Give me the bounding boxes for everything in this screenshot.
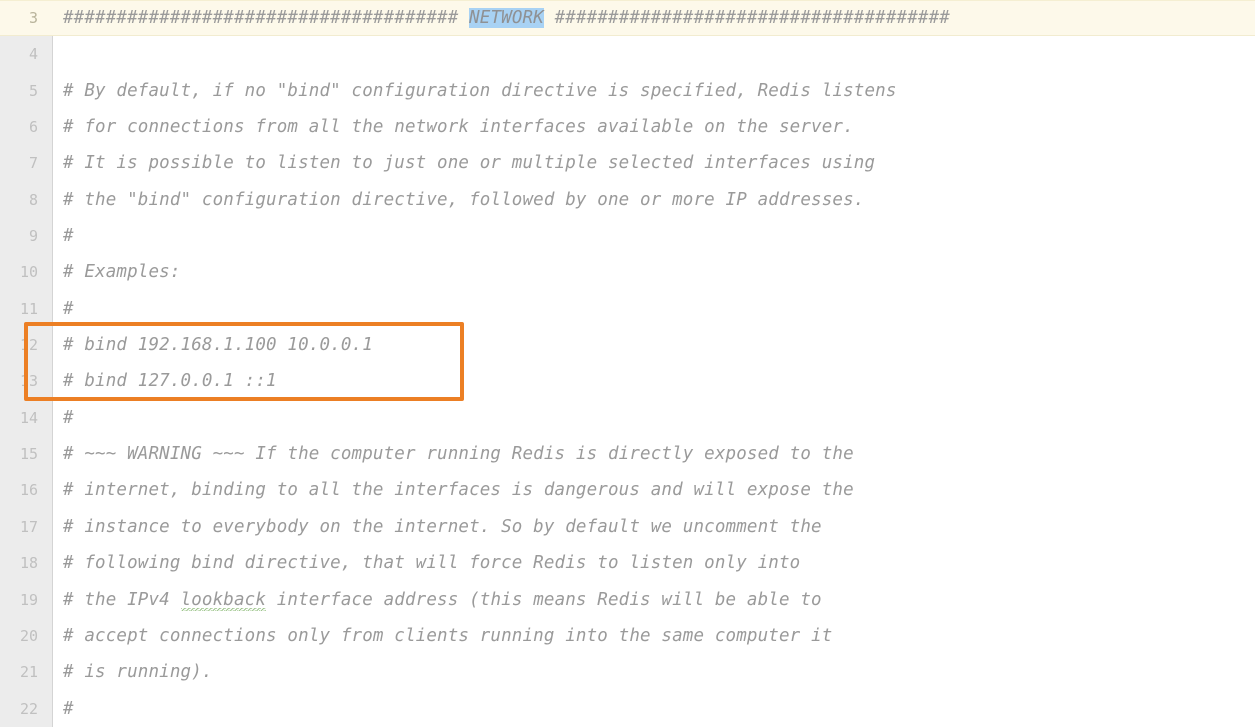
line-number: 6	[28, 118, 38, 137]
code-line-background	[0, 218, 1255, 254]
code-line-text[interactable]: # accept connections only from clients r…	[63, 618, 832, 654]
code-text-run: # By default, if no "bind" configuration…	[63, 80, 897, 101]
code-line-text[interactable]: #	[63, 691, 74, 727]
code-line-text[interactable]: # for connections from all the network i…	[63, 109, 854, 145]
code-line-background	[0, 400, 1255, 436]
line-number: 5	[28, 81, 38, 100]
code-line-text[interactable]: # instance to everybody on the internet.…	[63, 509, 822, 545]
line-number: 13	[19, 372, 38, 391]
line-number: 17	[19, 517, 38, 536]
misspelled-word[interactable]: lookback	[180, 589, 267, 612]
code-line-text[interactable]: # By default, if no "bind" configuration…	[63, 73, 897, 109]
code-text-run: # bind 192.168.1.100 10.0.0.1	[63, 335, 373, 356]
code-text-run: #	[63, 407, 74, 428]
code-line-text[interactable]: #	[63, 400, 74, 436]
line-number: 14	[19, 408, 38, 427]
line-number: 19	[19, 590, 38, 609]
code-line[interactable]: 19 # the IPv4 lookback interface address …	[0, 582, 1255, 618]
code-line-background	[0, 254, 1255, 290]
line-number: 12	[19, 336, 38, 355]
code-line[interactable]: 20 # accept connections only from clients…	[0, 618, 1255, 654]
line-number: 16	[19, 481, 38, 500]
code-line[interactable]: 15 # ~~~ WARNING ~~~ If the computer runn…	[0, 436, 1255, 472]
code-line-text[interactable]: # ~~~ WARNING ~~~ If the computer runnin…	[63, 436, 854, 472]
code-line-text[interactable]: # Examples:	[63, 254, 181, 290]
code-text-run: #	[63, 226, 74, 247]
code-text-run: #	[63, 298, 74, 319]
line-number: 15	[19, 445, 38, 464]
code-line[interactable]: 12 # bind 192.168.1.100 10.0.0.1	[0, 327, 1255, 363]
line-number: 22	[19, 699, 38, 718]
code-line[interactable]: 17 # instance to everybody on the interne…	[0, 509, 1255, 545]
code-line-text[interactable]: # internet, binding to all the interface…	[63, 472, 854, 508]
code-line[interactable]: 21 # is running).	[0, 654, 1255, 690]
line-number: 18	[19, 554, 38, 573]
code-text-run: #####################################	[543, 8, 950, 28]
line-number: 3	[28, 9, 38, 27]
code-line-text[interactable]: #	[63, 291, 74, 327]
code-line-text[interactable]: # the IPv4 lookback interface address (t…	[63, 582, 822, 618]
code-line[interactable]: 22 #	[0, 691, 1255, 727]
code-text-run: # It is possible to listen to just one o…	[63, 153, 876, 174]
code-line[interactable]: 16 # internet, binding to all the interfa…	[0, 472, 1255, 508]
code-content-area[interactable]: 3 ##################################### N…	[0, 0, 1255, 727]
code-line[interactable]: 3 ##################################### N…	[0, 0, 1255, 37]
code-line-text[interactable]: # It is possible to listen to just one o…	[63, 145, 875, 181]
code-line-text[interactable]: # bind 127.0.0.1 ::1	[63, 363, 277, 399]
code-text-run: # for connections from all the network i…	[63, 117, 854, 138]
code-line-background	[0, 291, 1255, 327]
line-number: 7	[28, 154, 38, 173]
code-line[interactable]: 6 # for connections from all the network …	[0, 109, 1255, 145]
code-line-background	[0, 36, 1255, 72]
code-line[interactable]: 8 # the "bind" configuration directive, f…	[0, 182, 1255, 218]
line-number: 8	[28, 190, 38, 209]
code-line[interactable]: 7 # It is possible to listen to just one …	[0, 145, 1255, 181]
code-line-text[interactable]: #	[63, 218, 74, 254]
code-text-run: # Examples:	[63, 262, 181, 283]
code-editor[interactable]: 3 ##################################### N…	[0, 0, 1255, 727]
code-text-run: interface address (this means Redis will…	[266, 589, 822, 610]
code-text-run: # the "bind" configuration directive, fo…	[63, 189, 865, 210]
selected-text[interactable]: NETWORK	[469, 8, 544, 28]
code-line-text[interactable]: # the "bind" configuration directive, fo…	[63, 182, 864, 218]
code-line-background	[0, 691, 1255, 727]
code-text-run: # instance to everybody on the internet.…	[63, 516, 822, 537]
line-number: 9	[28, 227, 38, 246]
code-text-run: # ~~~ WARNING ~~~ If the computer runnin…	[63, 444, 854, 465]
code-line-text[interactable]: ##################################### NE…	[63, 0, 950, 36]
code-text-run: # following bind directive, that will fo…	[63, 553, 801, 574]
code-line[interactable]: 14 #	[0, 400, 1255, 436]
code-line-text[interactable]: # following bind directive, that will fo…	[63, 545, 800, 581]
code-line[interactable]: 10 # Examples:	[0, 254, 1255, 290]
code-line[interactable]: 18 # following bind directive, that will …	[0, 545, 1255, 581]
line-number: 10	[19, 263, 38, 282]
code-text-run: # is running).	[63, 662, 213, 683]
code-line[interactable]: 9 #	[0, 218, 1255, 254]
line-number: 11	[19, 299, 38, 318]
code-line[interactable]: 11 #	[0, 291, 1255, 327]
code-text-run: # internet, binding to all the interface…	[63, 480, 854, 501]
code-line[interactable]: 4	[0, 36, 1255, 72]
line-number: 20	[19, 626, 38, 645]
line-number: 21	[19, 663, 38, 682]
code-line-text[interactable]: # bind 192.168.1.100 10.0.0.1	[63, 327, 373, 363]
code-text-run: #####################################	[63, 8, 470, 28]
line-number: 4	[28, 45, 38, 64]
code-line[interactable]: 13 # bind 127.0.0.1 ::1	[0, 363, 1255, 399]
code-line-text[interactable]: # is running).	[63, 654, 213, 690]
code-text-run: # the IPv4	[63, 589, 181, 610]
code-line[interactable]: 5 # By default, if no "bind" configuratio…	[0, 73, 1255, 109]
code-text-run: # accept connections only from clients r…	[63, 625, 833, 646]
code-text-run: #	[63, 698, 74, 719]
code-text-run: # bind 127.0.0.1 ::1	[63, 371, 277, 392]
